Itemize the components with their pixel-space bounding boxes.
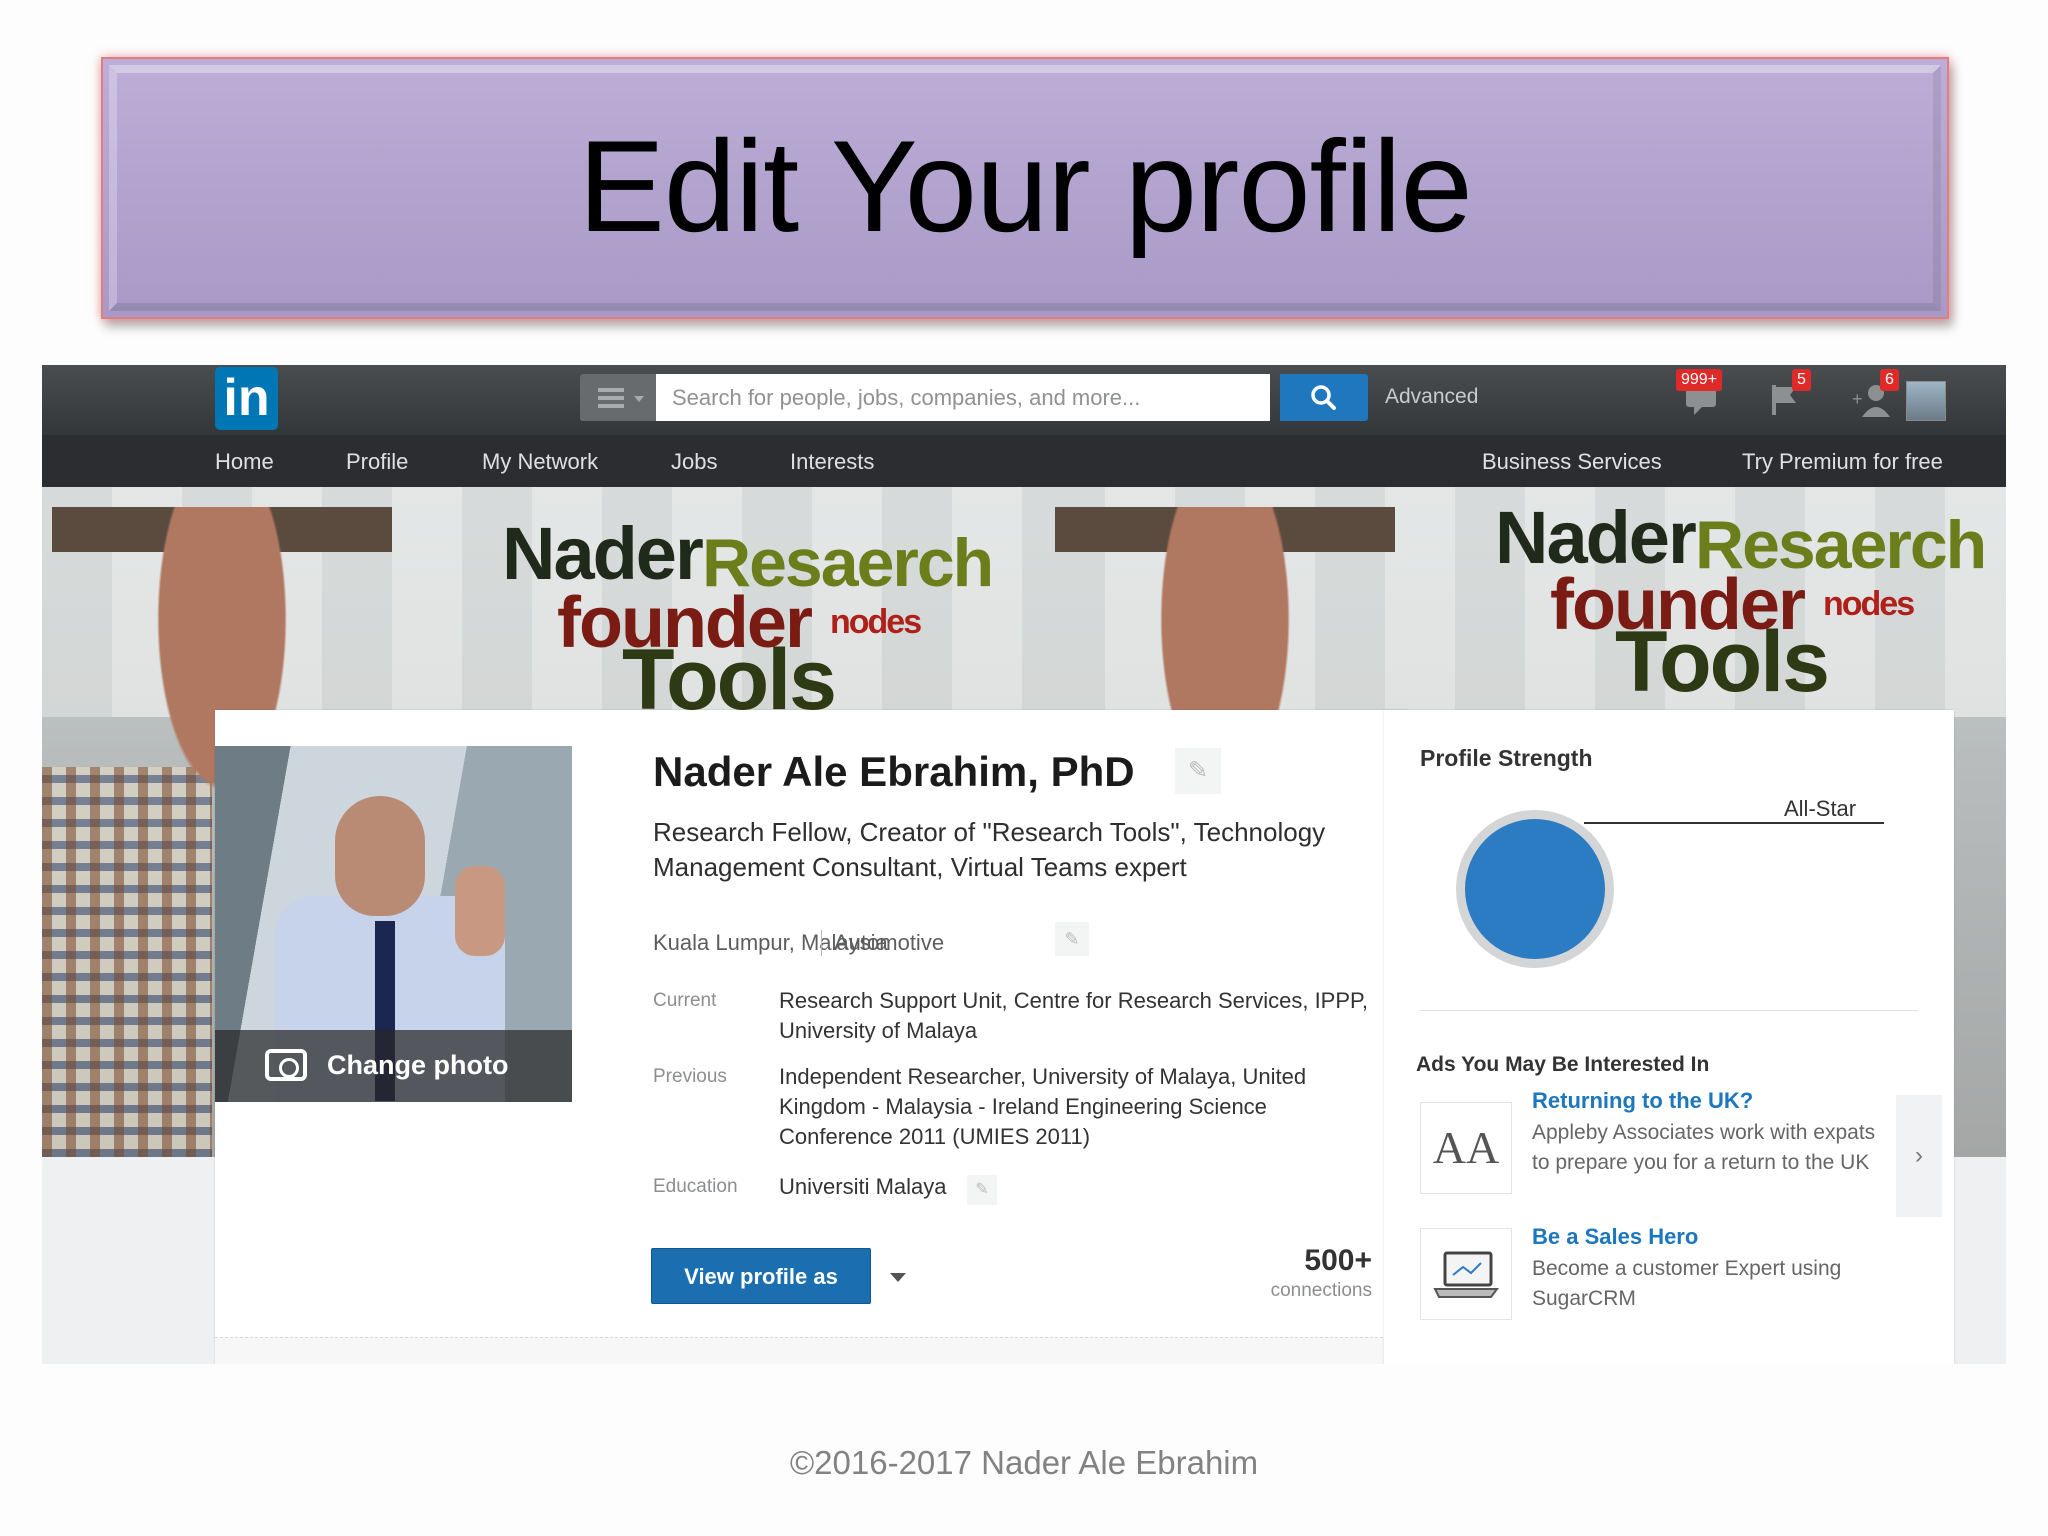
- search-icon: [1311, 385, 1336, 410]
- slide-title: Edit Your profile: [578, 113, 1473, 259]
- ad-logo-text: AA: [1432, 1122, 1500, 1173]
- education-label: Education: [653, 1176, 738, 1197]
- current-value: Research Support Unit, Centre for Resear…: [779, 988, 1368, 1043]
- previous-label: Previous: [653, 1066, 727, 1087]
- cloud-word: Nader: [502, 512, 704, 595]
- slide-footer: ©2016-2017 Nader Ale Ebrahim: [789, 1444, 1259, 1481]
- cloud-word: nodes: [830, 603, 922, 641]
- card-footer: [215, 1337, 1408, 1364]
- nav-interests[interactable]: Interests: [790, 449, 874, 475]
- camera-icon: [265, 1049, 307, 1081]
- cloud-word: nodes: [1823, 585, 1915, 623]
- linkedin-logo[interactable]: in: [215, 367, 278, 430]
- ad-headline[interactable]: Returning to the UK?: [1532, 1088, 1753, 1114]
- menu-icon[interactable]: [580, 374, 656, 421]
- current-label: Current: [653, 990, 717, 1011]
- nav-profile[interactable]: Profile: [346, 449, 408, 475]
- change-photo-button[interactable]: Change photo: [215, 1030, 572, 1102]
- nav-my-network[interactable]: My Network: [482, 449, 598, 475]
- ads-title: Ads You May Be Interested In: [1416, 1053, 1710, 1076]
- profile-strength-title: Profile Strength: [1420, 745, 1593, 771]
- view-profile-as-button[interactable]: View profile as: [651, 1248, 871, 1304]
- main-nav: Home Profile My Network Jobs Interests B…: [42, 435, 2006, 487]
- ad-headline[interactable]: Be a Sales Hero: [1532, 1224, 1698, 1250]
- edit-education-pencil-icon[interactable]: ✎: [967, 1175, 997, 1205]
- profile-headline: Research Fellow, Creator of "Research To…: [653, 817, 1326, 882]
- cloud-word: Tools: [1615, 614, 1830, 710]
- ad-body: Appleby Associates work with expats to p…: [1532, 1121, 1876, 1174]
- ad-body: Become a customer Expert using SugarCRM: [1532, 1257, 1842, 1310]
- profile-photo[interactable]: Change photo: [215, 746, 572, 1102]
- education-value: Universiti Malaya: [779, 1174, 947, 1199]
- profile-strength-meter[interactable]: [1456, 810, 1614, 968]
- profile-name: Nader Ale Ebrahim, PhD: [653, 748, 1135, 795]
- title-banner: Edit Your profile: [101, 57, 1949, 319]
- nav-business-services[interactable]: Business Services: [1482, 449, 1662, 475]
- search-button[interactable]: [1280, 374, 1368, 421]
- change-photo-label: Change photo: [327, 1050, 509, 1080]
- chevron-right-icon[interactable]: ›: [1896, 1095, 1942, 1217]
- linkedin-screenshot: in Advanced 999+ 5 + 6 Home Profile: [42, 365, 2006, 1364]
- account-avatar[interactable]: [1906, 381, 1946, 421]
- notifications-badge: 5: [1792, 369, 1811, 391]
- nav-home[interactable]: Home: [215, 449, 274, 475]
- chevron-down-icon[interactable]: [890, 1273, 906, 1282]
- laptop-icon[interactable]: [1420, 1228, 1512, 1320]
- svg-text:+: +: [1852, 389, 1863, 409]
- previous-value: Independent Researcher, University of Ma…: [779, 1064, 1307, 1149]
- divider: [1420, 1010, 1918, 1011]
- messages-badge: 999+: [1676, 369, 1723, 391]
- add-connections-badge: 6: [1880, 369, 1899, 391]
- profile-industry: Automotive: [821, 930, 944, 956]
- connections-label: connections: [1270, 1280, 1372, 1301]
- edit-location-pencil-icon[interactable]: ✎: [1055, 922, 1089, 956]
- search-input[interactable]: [656, 374, 1270, 421]
- top-bar: in Advanced 999+ 5 + 6: [42, 365, 2006, 435]
- connections-count: 500+: [1304, 1244, 1372, 1277]
- nav-try-premium[interactable]: Try Premium for free: [1742, 449, 1943, 475]
- nav-jobs[interactable]: Jobs: [671, 449, 717, 475]
- edit-name-pencil-icon[interactable]: ✎: [1175, 748, 1221, 794]
- cloud-word: Nader: [1495, 496, 1697, 579]
- ad-logo-appleby[interactable]: AA: [1420, 1102, 1512, 1194]
- side-panel: Profile Strength All-Star Ads You May Be…: [1384, 710, 1954, 1364]
- profile-card: Change photo Nader Ale Ebrahim, PhD ✎ Re…: [215, 710, 1408, 1364]
- strength-pointer-line: [1584, 822, 1884, 824]
- strength-level: All-Star: [1784, 796, 1857, 821]
- advanced-search-link[interactable]: Advanced: [1385, 385, 1478, 409]
